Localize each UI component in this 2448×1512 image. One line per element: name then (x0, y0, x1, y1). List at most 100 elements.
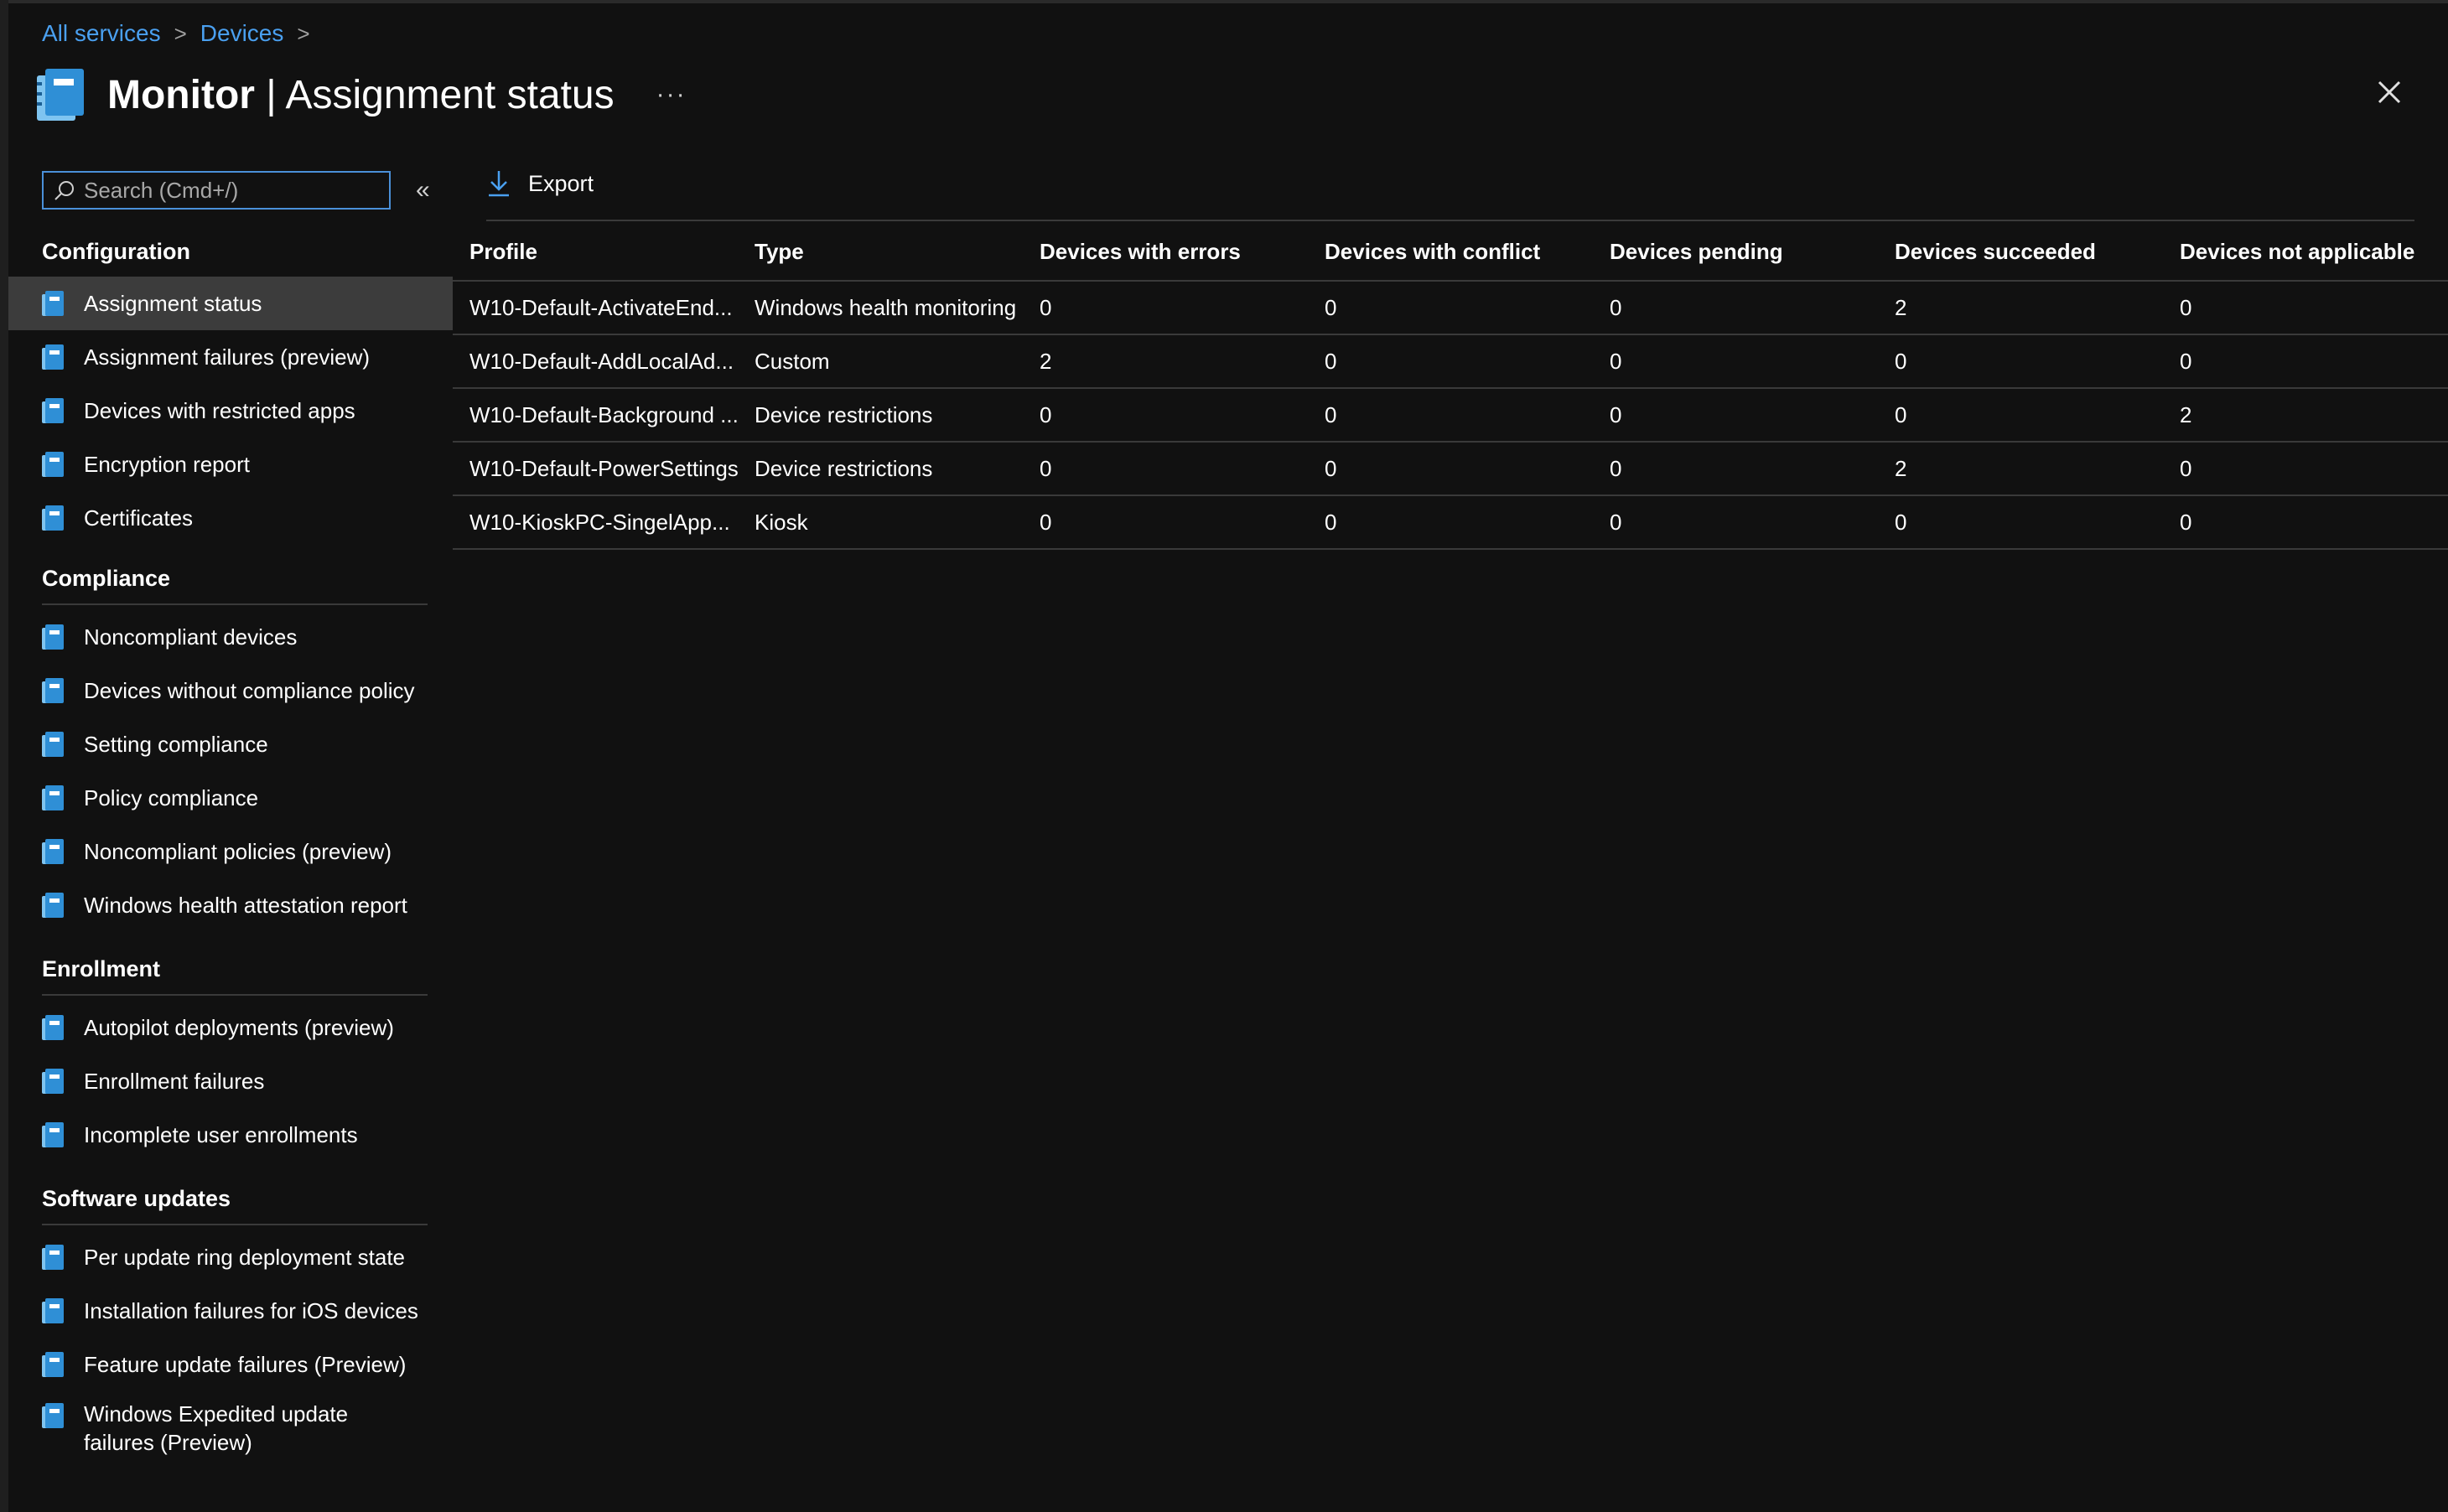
sidebar-item[interactable]: Incomplete user enrollments (8, 1108, 453, 1162)
profile-name-cell[interactable]: W10-Default-AddLocalAd... (453, 349, 738, 375)
sidebar-item[interactable]: Setting compliance (8, 717, 453, 771)
sidebar-item-label: Per update ring deployment state (84, 1244, 406, 1270)
sidebar-item-label: Noncompliant policies (preview) (84, 838, 392, 864)
more-options-icon[interactable]: ··· (656, 80, 687, 109)
sidebar-item-label: Policy compliance (84, 784, 259, 810)
table-cell: 0 (1610, 348, 1622, 374)
sidebar-section-title: Enrollment (42, 956, 161, 981)
sidebar-item[interactable]: Noncompliant policies (preview) (8, 825, 453, 878)
table-cell: 0 (1040, 294, 1052, 320)
toolbar-divider (486, 220, 2414, 221)
table-cell: 0 (1895, 401, 1907, 427)
export-button[interactable]: Export (486, 169, 594, 198)
breadcrumb-all-services[interactable]: All services (42, 20, 161, 47)
sidebar-item-label: Noncompliant devices (84, 624, 298, 650)
column-header[interactable]: Devices not applicable (2163, 239, 2448, 265)
report-icon (42, 893, 64, 918)
table-cell: 0 (1040, 455, 1052, 481)
table-cell: Custom (755, 348, 830, 374)
sidebar-item[interactable]: Feature update failures (Preview) (8, 1338, 453, 1391)
table-cell: 0 (2180, 348, 2192, 374)
table-cell: 0 (1040, 401, 1052, 427)
report-icon (42, 1403, 64, 1428)
table-cell: Kiosk (755, 509, 808, 535)
table-cell: 0 (1895, 348, 1907, 374)
page-header: Monitor | Assignment status ··· (37, 67, 687, 122)
table-cell: 0 (1610, 455, 1622, 481)
top-border (0, 0, 2448, 3)
report-icon (42, 1352, 64, 1377)
column-header[interactable]: Type (738, 239, 1023, 265)
report-icon (42, 839, 64, 864)
page-title: Monitor | Assignment status (107, 72, 615, 118)
breadcrumb: All services > Devices > (42, 20, 324, 47)
sidebar-item[interactable]: Certificates (8, 491, 453, 545)
report-icon (42, 398, 64, 423)
table-cell: 0 (2180, 509, 2192, 535)
table-row[interactable]: W10-Default-PowerSettings Device restrict… (453, 443, 2448, 496)
table-header: Profile Type Devices with errors Devices wi… (453, 223, 2448, 282)
page-title-rest: | Assignment status (254, 72, 615, 117)
sidebar-item-label: Enrollment failures (84, 1068, 265, 1094)
table-cell: 0 (1610, 294, 1622, 320)
page: All services > Devices > Monitor | Assig… (0, 0, 2448, 1512)
sidebar-item[interactable]: Per update ring deployment state (8, 1230, 453, 1284)
sidebar-item-label: Assignment failures (preview) (84, 344, 371, 370)
table-cell: 0 (1325, 401, 1337, 427)
table-row[interactable]: W10-Default-AddLocalAd... Custom 2 0 0 0 0 (453, 335, 2448, 389)
sidebar-item[interactable]: Assignment failures (preview) (8, 330, 453, 384)
table-cell: 2 (1895, 455, 1907, 481)
breadcrumb-separator-icon: > (174, 20, 187, 46)
table-cell: 0 (1325, 294, 1337, 320)
column-header[interactable]: Devices with errors (1023, 239, 1308, 265)
column-header[interactable]: Profile (453, 239, 738, 265)
sidebar-item[interactable]: Policy compliance (8, 771, 453, 825)
sidebar-item-label: Devices without compliance policy (84, 677, 415, 703)
profile-name-cell[interactable]: W10-Default-ActivateEnd... (453, 295, 738, 321)
table-cell: 0 (1325, 509, 1337, 535)
report-icon (42, 785, 64, 810)
table-cell: Device restrictions (755, 455, 933, 481)
close-icon[interactable] (2373, 75, 2406, 109)
profile-name-cell[interactable]: W10-KioskPC-SingelApp... (453, 510, 738, 536)
table-row[interactable]: W10-Default-Background ... Device restric… (453, 389, 2448, 443)
table-row[interactable]: W10-KioskPC-SingelApp... Kiosk 0 0 0 0 0 (453, 496, 2448, 550)
sidebar-item[interactable]: Autopilot deployments (preview) (8, 1001, 453, 1054)
column-header[interactable]: Devices with conflict (1308, 239, 1593, 265)
sidebar-item[interactable]: Devices with restricted apps (8, 384, 453, 438)
column-header[interactable]: Devices pending (1593, 239, 1878, 265)
table-row[interactable]: W10-Default-ActivateEnd... Windows health… (453, 282, 2448, 335)
collapse-sidebar-icon[interactable]: « (416, 176, 430, 205)
table-cell: 0 (1895, 509, 1907, 535)
sidebar-item-label: Incomplete user enrollments (84, 1121, 358, 1147)
sidebar-item[interactable]: Assignment status (8, 277, 453, 330)
report-icon (42, 1015, 64, 1040)
report-icon (42, 291, 64, 316)
sidebar-item-label: Installation failures for iOS devices (84, 1297, 418, 1323)
report-icon (42, 505, 64, 531)
sidebar-item[interactable]: Installation failures for iOS devices (8, 1284, 453, 1338)
report-icon (42, 452, 64, 477)
profile-name-cell[interactable]: W10-Default-PowerSettings (453, 456, 738, 482)
monitor-icon (37, 67, 86, 122)
sidebar-item-label: Windows Expedited update failures (Previ… (84, 1401, 349, 1455)
search-icon (54, 181, 74, 200)
sidebar-item[interactable]: Windows Expedited update failures (Previ… (8, 1391, 453, 1465)
profile-name-cell[interactable]: W10-Default-Background ... (453, 402, 738, 428)
search-input[interactable] (82, 176, 387, 205)
sidebar-item[interactable]: Windows health attestation report (8, 878, 453, 932)
sidebar-item[interactable]: Encryption report (8, 438, 453, 491)
sidebar-item[interactable]: Enrollment failures (8, 1054, 453, 1108)
sidebar-item-label: Encryption report (84, 451, 250, 477)
sidebar: Configuration Assignment status Assignment… (8, 226, 453, 1477)
page-title-bold: Monitor (107, 72, 255, 117)
table-cell: 0 (1325, 455, 1337, 481)
breadcrumb-devices[interactable]: Devices (200, 20, 284, 47)
sidebar-section-title: Configuration (42, 239, 190, 264)
report-icon (42, 1069, 64, 1094)
sidebar-item[interactable]: Noncompliant devices (8, 610, 453, 664)
table-cell: 2 (2180, 401, 2192, 427)
column-header[interactable]: Devices succeeded (1878, 239, 2163, 265)
sidebar-item-label: Certificates (84, 505, 194, 531)
sidebar-item[interactable]: Devices without compliance policy (8, 664, 453, 717)
